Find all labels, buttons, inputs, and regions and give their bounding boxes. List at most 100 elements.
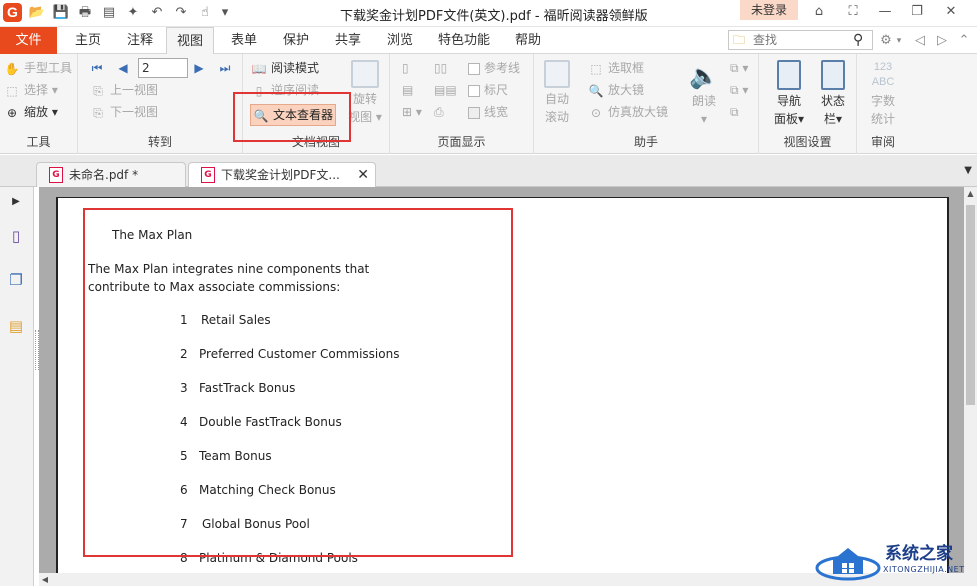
group-tools-label: 工具 — [26, 135, 51, 149]
prev-page-icon[interactable]: ◀ — [116, 60, 130, 76]
select-button[interactable]: ⬚ 选择 ▾ — [4, 80, 58, 100]
ribbon-tabs: 文件 主页 注释 视图 表单 保护 共享 浏览 特色功能 帮助 🗀 ⚲ ⚙ ▾ … — [0, 27, 977, 55]
guides-checkbox[interactable]: 参考线 — [468, 58, 520, 78]
marquee-icon: ⬚ — [590, 61, 602, 76]
title-bar: G 📂 💾 🖶 ▤ ✦ ↶ ↷ ☝ ▾ 下载奖金计划PDF文件(英文).pdf … — [0, 0, 977, 27]
tabs-menu-icon[interactable]: ▼ — [964, 165, 972, 176]
tab-special[interactable]: 特色功能 — [432, 27, 496, 54]
doc-tab-bonus-plan[interactable]: G 下载奖金计划PDF文... ✕ — [188, 162, 376, 188]
group-tools: ✋ 手型工具 ⬚ 选择 ▾ ⊕ 缩放 ▾ 工具 — [0, 54, 78, 154]
marquee-button[interactable]: ⬚ 选取框 — [588, 58, 644, 78]
read-option-icon-2[interactable]: ⧉ ▾ — [730, 80, 748, 100]
next-view-button[interactable]: ⎘ 下一视图 — [90, 102, 158, 122]
split-icon[interactable]: ⊞ ▾ — [402, 102, 422, 122]
highlight-frame — [83, 208, 513, 557]
tab-comment[interactable]: 注释 — [120, 27, 160, 54]
reflow-icon[interactable]: ⎙ — [434, 102, 444, 122]
tab-view[interactable]: 视图 — [166, 27, 214, 55]
settings-icon[interactable]: ⚙ — [876, 31, 896, 51]
linewidth-checkbox[interactable]: 线宽 — [468, 102, 508, 122]
maximize-icon[interactable]: ❐ — [906, 2, 928, 22]
tab-form[interactable]: 表单 — [224, 27, 264, 54]
redo-icon[interactable]: ↷ — [172, 4, 190, 22]
fullscreen-icon[interactable]: ⛶ — [842, 2, 864, 22]
print-icon[interactable]: 🖶 — [76, 4, 94, 22]
search-folder-icon[interactable]: 🗀 — [730, 32, 748, 48]
expand-panel-icon[interactable]: ▶ — [6, 191, 26, 213]
vertical-scrollbar[interactable]: ▲ — [964, 187, 977, 573]
customize-dropdown-icon[interactable]: ▾ — [218, 4, 232, 22]
two-page-icon[interactable]: ▯▯ — [434, 58, 447, 78]
read-option-icon-3[interactable]: ⧉ — [730, 102, 739, 122]
tab-protect[interactable]: 保护 — [276, 27, 316, 54]
login-button[interactable]: 未登录 — [740, 0, 798, 20]
last-page-icon[interactable]: ⏭ — [218, 60, 232, 76]
continuous-icon[interactable]: ▤ — [402, 80, 413, 100]
read-option-icon-1[interactable]: ⧉ ▾ — [730, 58, 748, 78]
close-tab-icon[interactable]: ✕ — [357, 163, 369, 187]
pdf-file-icon: G — [49, 167, 63, 183]
scroll-left-icon[interactable]: ◀ — [39, 573, 51, 586]
close-icon[interactable]: ✕ — [940, 2, 962, 22]
skin-icon[interactable]: ⌂ — [808, 2, 830, 22]
nav-back-icon[interactable]: ◁ — [910, 31, 930, 51]
search-icon[interactable]: ⚲ — [853, 31, 869, 49]
tab-help[interactable]: 帮助 — [508, 27, 548, 54]
hand-tool-button[interactable]: ✋ 手型工具 — [4, 58, 73, 78]
nav-panel-icon — [777, 60, 801, 90]
highlight-frame — [233, 92, 351, 142]
group-assistant-label: 助手 — [633, 135, 658, 149]
new-icon[interactable]: ✦ — [124, 4, 142, 22]
vertical-scroll-thumb[interactable] — [966, 205, 975, 405]
tab-home[interactable]: 主页 — [68, 27, 108, 54]
nav-forward-icon[interactable]: ▷ — [932, 31, 952, 51]
pages-icon[interactable]: ❐ — [6, 269, 26, 291]
doc-tab-untitled[interactable]: G 未命名.pdf * — [36, 162, 186, 187]
single-page-icon[interactable]: ▯ — [402, 58, 409, 78]
watermark-logo-icon — [815, 548, 881, 581]
group-assistant: 自动 滚动 ⬚ 选取框 🔍 放大镜 ⊙ 仿真放大镜 🔈 朗读 ▾ ⧉ ▾ ⧉ ▾ ⧉ … — [534, 54, 759, 154]
minimize-icon[interactable]: — — [874, 2, 896, 22]
group-review: 123 ABC 字数 统计 审阅 — [857, 54, 909, 154]
window-title: 下载奖金计划PDF文件(英文).pdf - 福昕阅读器领鲜版 — [340, 9, 648, 24]
zoom-icon: ⊕ — [6, 105, 18, 120]
ruler-checkbox[interactable]: 标尺 — [468, 80, 508, 100]
pdf-file-icon: G — [201, 167, 215, 183]
read-aloud-button[interactable]: 🔈 朗读 ▾ — [686, 60, 722, 128]
save-icon[interactable]: 💾 — [52, 4, 70, 22]
bookmark-icon[interactable]: ▯ — [6, 225, 26, 247]
next-page-icon[interactable]: ▶ — [192, 60, 206, 76]
continuous-two-icon[interactable]: ▤▤ — [434, 80, 457, 100]
next-view-icon: ⎘ — [93, 105, 103, 120]
group-viewsettings: 导航 面板▾ 状态 栏▾ 视图设置 — [759, 54, 857, 154]
search-input[interactable] — [753, 32, 853, 48]
select-icon: ⬚ — [6, 83, 18, 98]
settings-dropdown-icon[interactable]: ▾ — [894, 31, 904, 51]
loupe-button[interactable]: ⊙ 仿真放大镜 — [588, 102, 668, 122]
tab-file[interactable]: 文件 — [0, 27, 57, 54]
read-mode-button[interactable]: 📖 阅读模式 — [251, 58, 320, 78]
scroll-up-icon[interactable]: ▲ — [964, 187, 977, 201]
tab-browse[interactable]: 浏览 — [380, 27, 420, 54]
tab-share[interactable]: 共享 — [328, 27, 368, 54]
word-count-button[interactable]: 123 ABC 字数 统计 — [863, 60, 903, 128]
hand-tool-icon[interactable]: ☝ — [196, 4, 214, 22]
zoom-button[interactable]: ⊕ 缩放 ▾ — [4, 102, 58, 122]
magnifier-button[interactable]: 🔍 放大镜 — [588, 80, 645, 100]
scan-icon[interactable]: ▤ — [100, 4, 118, 22]
nav-panel-button[interactable]: 导航 面板▾ — [771, 60, 807, 128]
word-count-icon: 123 ABC — [871, 61, 895, 88]
page-number-input[interactable]: 2 — [138, 58, 188, 78]
watermark: 系统之家 XITONGZHIJIA.NET — [815, 538, 975, 584]
open-folder-icon[interactable]: 📂 — [28, 4, 46, 22]
comments-icon[interactable]: ▤ — [6, 315, 26, 337]
left-sidebar: ▶ ▯ ❐ ▤ — [0, 187, 34, 586]
prev-view-button[interactable]: ⎘ 上一视图 — [90, 80, 158, 100]
watermark-text-en: XITONGZHIJIA.NET — [883, 565, 965, 574]
undo-icon[interactable]: ↶ — [148, 4, 166, 22]
ribbon-collapse-icon[interactable]: ⌃ — [954, 31, 974, 51]
status-bar-button[interactable]: 状态 栏▾ — [815, 60, 851, 128]
auto-scroll-button[interactable]: 自动 滚动 — [538, 60, 576, 126]
search-box[interactable]: 🗀 ⚲ — [728, 30, 873, 50]
first-page-icon[interactable]: ⏮ — [90, 60, 104, 76]
